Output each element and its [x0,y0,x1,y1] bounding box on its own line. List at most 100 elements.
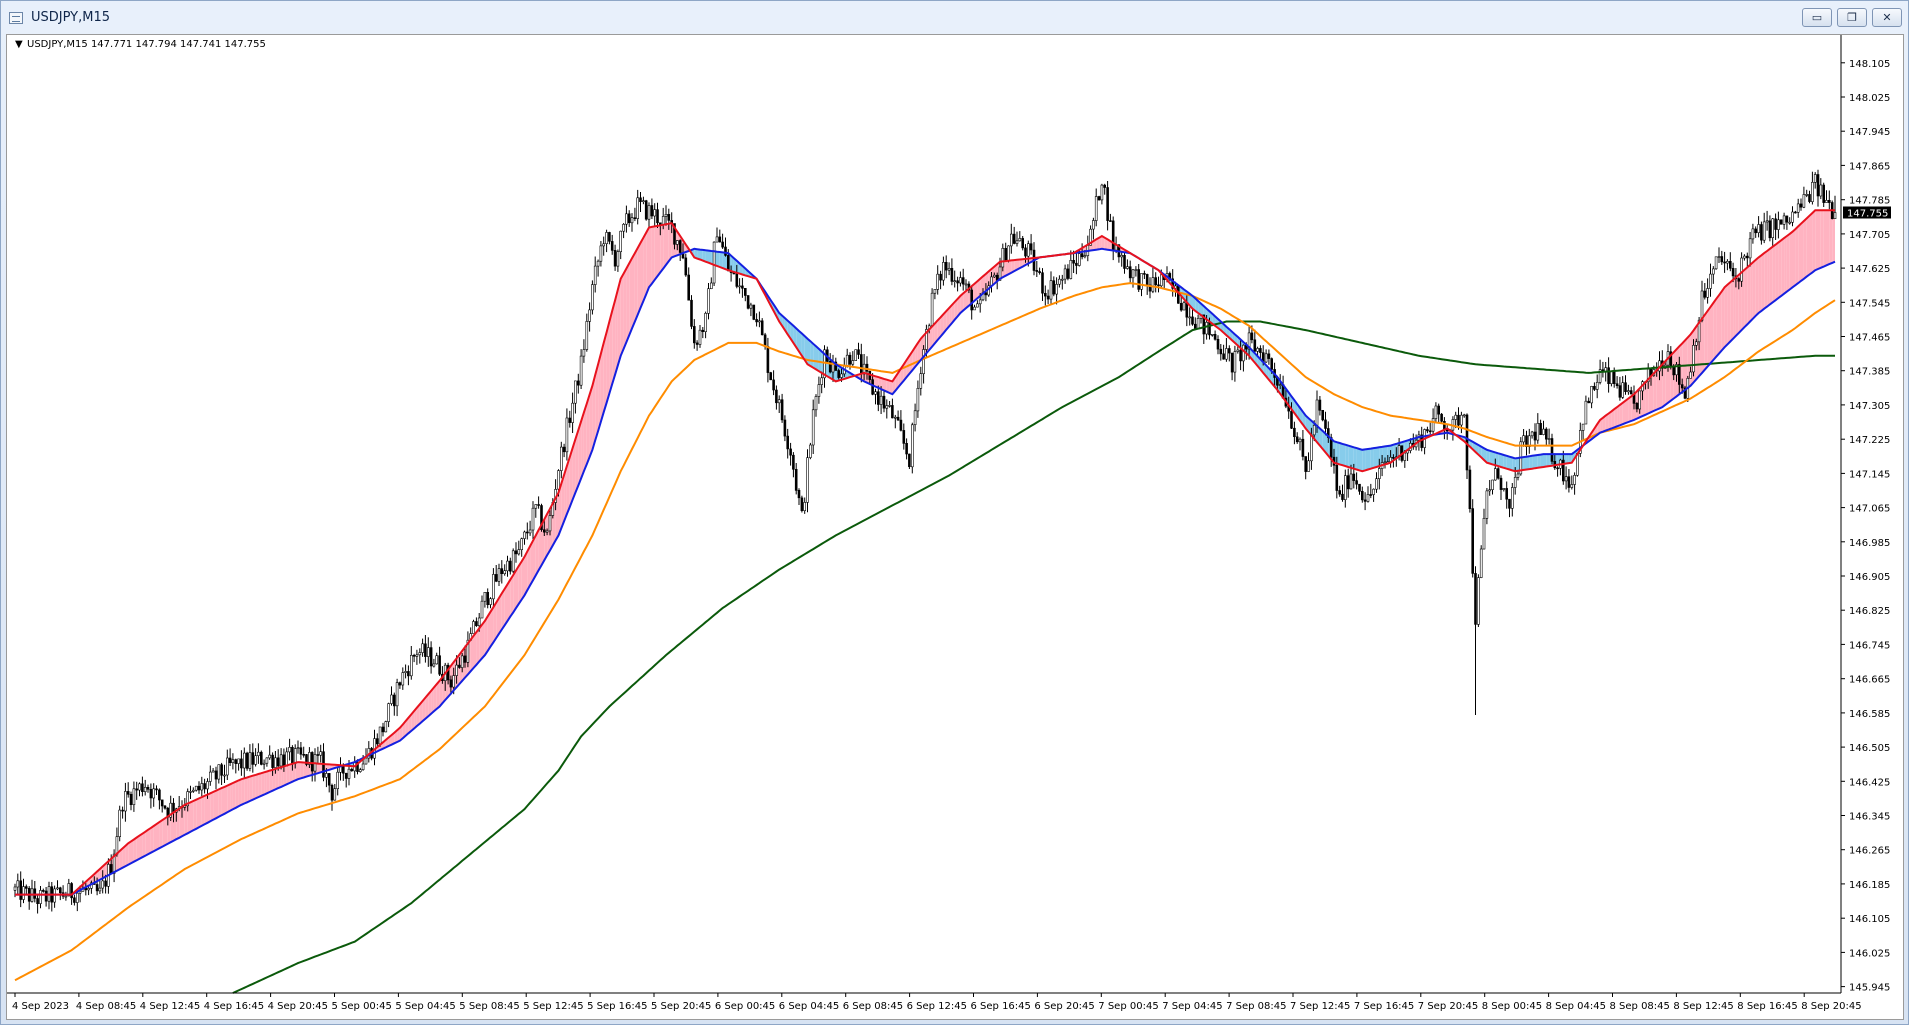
candle-body [1542,428,1545,435]
candle-body [811,409,815,446]
candle-body [961,277,965,285]
window-titlebar[interactable]: USDJPY,M15 ▭ ❐ ✕ [1,1,1908,34]
bear-cloud-segment [807,338,811,366]
bull-cloud-segment [249,775,253,801]
chart-area[interactable]: 148.105 148.025 147.945 147.865 147.785 147.7… [6,34,1904,1020]
candle-body [913,410,917,425]
candle-body [138,783,141,791]
candle-body [1298,438,1302,443]
bull-cloud-segment [232,781,236,810]
bear-cloud-segment [1365,449,1368,471]
candle-body [1058,278,1061,285]
candle-body [1457,414,1460,426]
candle-body [350,768,354,772]
candle-body [1624,382,1627,393]
candle-body [933,289,937,294]
candle-body [223,774,226,777]
bull-cloud-segment [227,784,231,813]
candle-body [769,372,773,381]
candle-body [1723,261,1726,264]
price-chart[interactable]: 148.105 148.025 147.945 147.865 147.785 147.7… [7,35,1903,1019]
bull-cloud-segment [1744,267,1748,328]
candle-body [1015,240,1019,244]
candle-body [876,391,880,405]
candle-body [1808,194,1811,202]
candle-body [1680,384,1684,389]
candle-body [738,285,741,288]
candle-body [124,791,127,812]
candle-body [1706,288,1709,298]
candle-body [930,292,934,327]
bear-cloud-segment [1362,449,1366,472]
bull-cloud-segment [153,824,157,852]
candle-body [585,321,589,350]
bear-cloud-segment [1489,450,1493,465]
candle-body [817,384,821,397]
candle-body [644,200,648,220]
candle-body [1315,399,1319,426]
candle-body [1813,174,1817,183]
candle-body [684,257,688,276]
bull-cloud-segment [1769,246,1773,305]
candle-body [1678,364,1681,385]
bull-cloud-segment [1721,287,1725,351]
collapse-arrow-icon[interactable]: ▼ [15,39,23,50]
candle-body [22,886,25,900]
candle-body [296,747,300,750]
candle-body [404,671,407,674]
candle-body [58,887,62,894]
candle-body [622,224,625,232]
candle-body [936,273,940,290]
candle-body [1729,261,1732,269]
candle-body [1046,295,1050,300]
candle-body [378,726,382,745]
candle-body [851,360,855,365]
time-tick-label: 7 Sep 08:45 [1226,1001,1286,1012]
candle-body [1765,220,1769,223]
candle-body [1205,321,1208,335]
bear-cloud-segment [1356,448,1360,471]
candle-body [848,354,852,365]
candle-body [1092,220,1095,230]
candle-body [1805,194,1808,196]
time-axis: 4 Sep 2023 4 Sep 08:45 4 Sep 12:45 4 Sep 16… [7,992,1862,1012]
candle-body [1545,428,1548,440]
candle-body [1695,341,1698,346]
candle-body [1106,187,1109,221]
candle-body [800,497,804,511]
close-button[interactable]: ✕ [1872,8,1902,27]
window-title: USDJPY,M15 [31,10,110,25]
candle-body [845,354,849,366]
candle-body [905,442,908,455]
candle-body [387,703,390,722]
candle-body [1802,194,1806,208]
candle-body [942,262,945,281]
time-tick-label: 5 Sep 08:45 [459,1001,519,1012]
candle-body [565,417,569,453]
candle-body [415,654,419,657]
candle-body [158,789,161,801]
candle-body [1307,460,1310,472]
candle-body [735,273,739,287]
candle-body [908,453,911,467]
candle-body [545,530,549,533]
candle-body [189,791,192,793]
candle-body [1434,405,1438,419]
candle-body [752,304,756,320]
bear-cloud-segment [1509,456,1513,471]
bull-cloud-segment [1761,253,1765,311]
bear-cloud-segment [1506,455,1510,470]
candle-body [429,647,433,667]
time-tick-label: 7 Sep 20:45 [1418,1001,1478,1012]
bull-cloud-segment [1619,402,1623,426]
bull-cloud-segment [1798,223,1801,284]
candle-body [390,694,393,704]
time-tick-label: 8 Sep 12:45 [1673,1001,1733,1012]
restore-button[interactable]: ❐ [1837,8,1867,27]
candle-body [203,783,206,790]
candle-body [910,424,914,468]
chart-info-layer: ▼ USDJPY,M15 147.771 147.794 147.741 147… [15,39,266,50]
candle-body [87,887,90,891]
candle-body [1700,290,1704,321]
minimize-button[interactable]: ▭ [1802,8,1832,27]
